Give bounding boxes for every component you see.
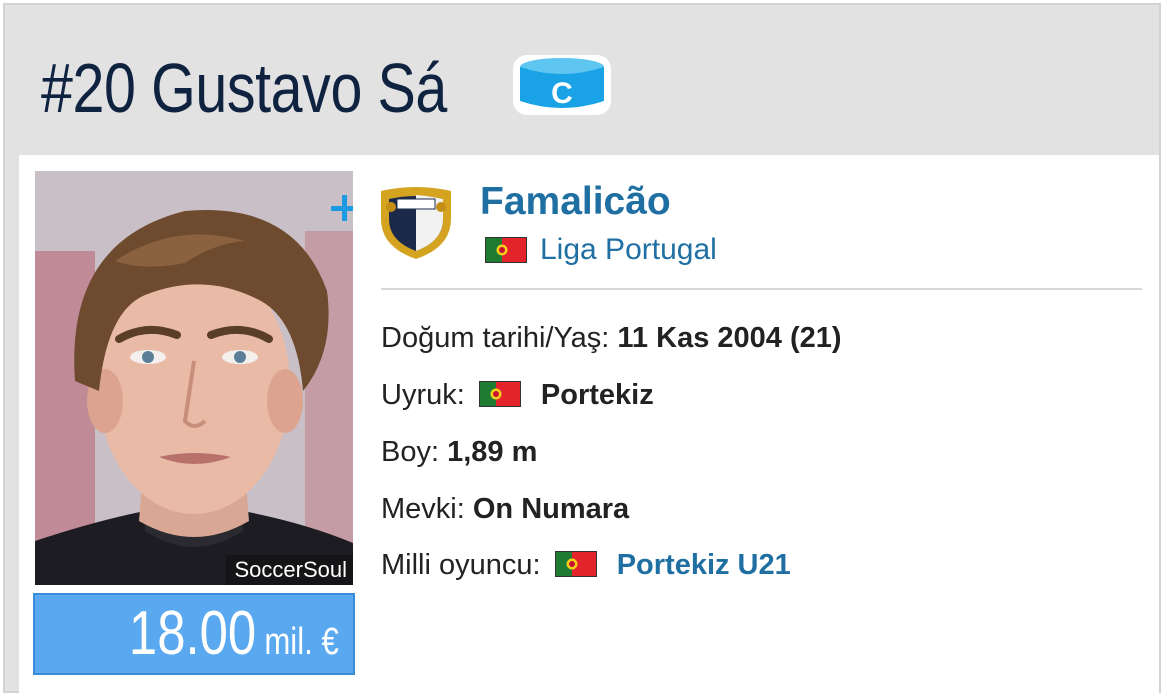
position-row: Mevki: On Numara <box>381 487 629 531</box>
portugal-flag-icon <box>478 381 521 407</box>
photo-credit: SoccerSoul <box>226 555 353 585</box>
league-name-link[interactable]: Liga Portugal <box>540 229 717 271</box>
player-photo[interactable]: SoccerSoul <box>35 171 353 585</box>
club-crest-icon[interactable] <box>377 185 455 261</box>
market-value-unit: mil. € <box>264 621 339 663</box>
height-value: 1,89 m <box>447 436 538 468</box>
position-label: Mevki: <box>381 493 465 525</box>
nationality-value: Portekiz <box>540 379 654 411</box>
player-info-panel: SoccerSoul 18.00 mil. € Famalicão Liga P… <box>19 155 1159 695</box>
birth-label: Doğum tarihi/Yaş: <box>381 322 610 354</box>
birth-value: 11 Kas 2004 (21) <box>617 322 842 354</box>
height-label: Boy: <box>381 436 440 468</box>
position-value: On Numara <box>472 493 630 525</box>
portugal-flag-icon <box>554 551 597 577</box>
birth-row: Doğum tarihi/Yaş: 11 Kas 2004 (21) <box>381 316 842 360</box>
captain-armband-icon: C <box>513 53 611 117</box>
section-divider <box>381 288 1142 290</box>
player-card: #20 Gustavo Sá C SoccerSoul 18.00 mil. €… <box>3 3 1161 695</box>
player-header: #20 Gustavo Sá C <box>5 5 1159 155</box>
captain-badge-letter: C <box>551 77 573 110</box>
market-value-box[interactable]: 18.00 mil. € <box>33 593 355 675</box>
portugal-flag-icon <box>485 237 527 263</box>
club-name-link[interactable]: Famalicão <box>480 179 671 225</box>
nationality-label: Uyruk: <box>381 379 465 411</box>
national-team-link[interactable]: Portekiz U21 <box>617 549 791 581</box>
player-title: #20 Gustavo Sá <box>41 49 447 127</box>
national-team-row: Milli oyuncu: Portekiz U21 <box>381 543 791 587</box>
nationality-row: Uyruk: Portekiz <box>381 373 654 417</box>
market-value-amount: 18.00 <box>128 599 256 668</box>
height-row: Boy: 1,89 m <box>381 430 537 474</box>
plus-icon[interactable] <box>331 195 353 221</box>
national-team-label: Milli oyuncu: <box>381 549 541 581</box>
